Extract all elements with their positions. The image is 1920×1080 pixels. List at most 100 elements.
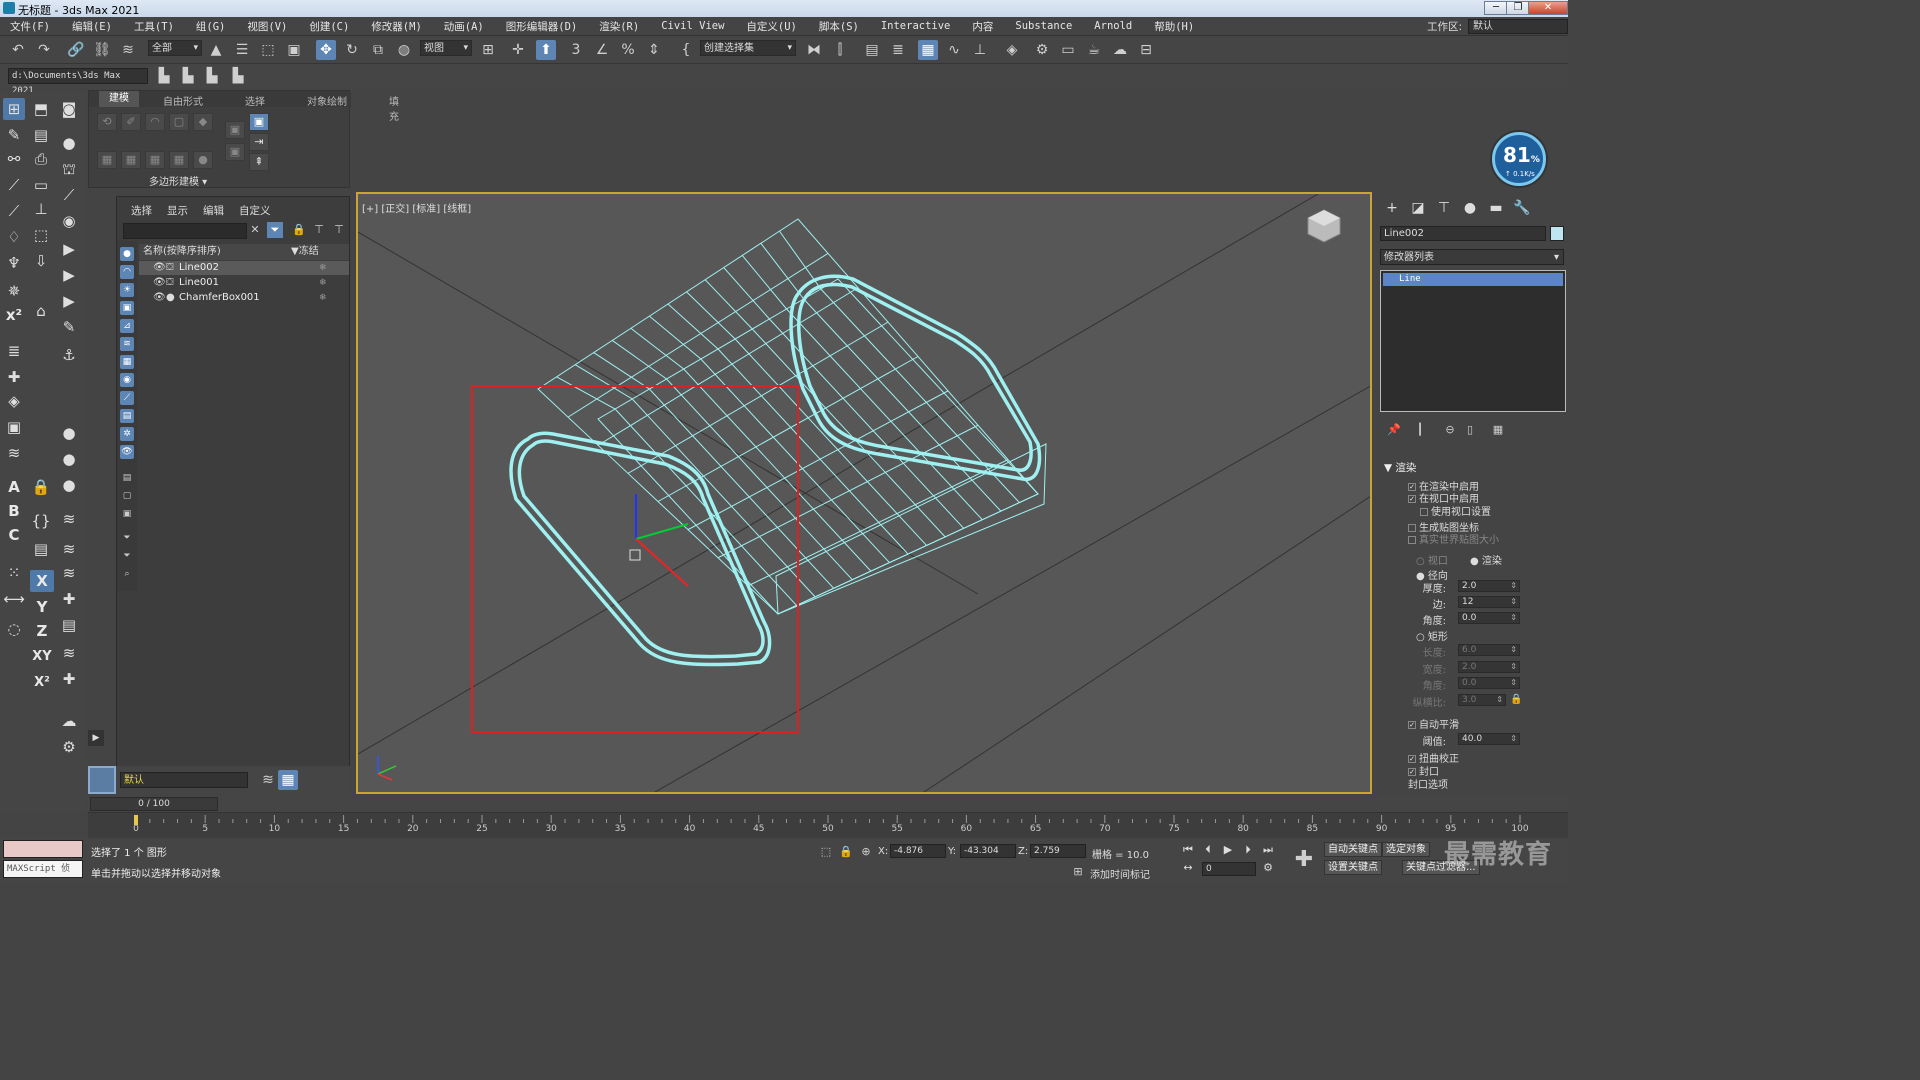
menu-content[interactable]: 内容: [972, 19, 993, 34]
stamp-icon[interactable]: ⊥: [30, 198, 52, 220]
goto-start-icon[interactable]: ⏮: [1180, 842, 1196, 858]
threshold-spinner[interactable]: 40.0: [1458, 733, 1520, 745]
key-mode-icon[interactable]: ↔: [1180, 860, 1196, 876]
bend-icon[interactable]: ♆: [3, 252, 25, 274]
box-icon[interactable]: ▭: [30, 174, 52, 196]
render-cloud-icon[interactable]: ☁: [1110, 40, 1130, 60]
brush-icon[interactable]: ⟋: [3, 174, 25, 196]
menu-arnold[interactable]: Arnold: [1094, 20, 1132, 32]
layers-icon[interactable]: ◈: [3, 390, 25, 412]
measure-icon[interactable]: ⟷: [3, 588, 25, 610]
printer-icon[interactable]: ⎙: [30, 148, 52, 170]
current-layer-dropdown[interactable]: 默认: [120, 772, 248, 788]
filter-containers-icon[interactable]: ▤: [120, 409, 134, 423]
viewport-radio[interactable]: ○ 视口: [1416, 552, 1448, 567]
x-power-icon[interactable]: x²: [2, 304, 26, 326]
length-spinner[interactable]: 6.0: [1458, 644, 1520, 656]
maximize-button[interactable]: ❐: [1506, 1, 1530, 15]
prev-frame-icon[interactable]: ⏴: [1200, 842, 1216, 858]
add-time-tag-label[interactable]: 添加时间标记: [1090, 866, 1150, 881]
poly-button-9[interactable]: ▦: [169, 151, 189, 169]
create-project-icon[interactable]: ▙: [178, 66, 198, 86]
select-place-icon[interactable]: ◍: [394, 40, 414, 60]
pin-stack-icon[interactable]: 📌: [1384, 420, 1404, 440]
play-icon[interactable]: ▶: [58, 264, 80, 286]
layer-explorer-icon[interactable]: ≣: [888, 40, 908, 60]
clear-search-icon[interactable]: ✕: [247, 222, 263, 238]
unlink-icon[interactable]: ⛓: [92, 40, 112, 60]
freeze-icon[interactable]: ❄: [319, 261, 327, 275]
ribbon-tab-selection[interactable]: 选择: [245, 93, 265, 108]
filter-xrefs-icon[interactable]: ◉: [120, 373, 134, 387]
curve-editor-icon[interactable]: ∿: [944, 40, 964, 60]
selected-object-dropdown[interactable]: 选定对象: [1382, 842, 1430, 857]
poly-button-6[interactable]: ▦: [97, 151, 117, 169]
film-icon[interactable]: ▶: [58, 238, 80, 260]
filter-hidden-icon[interactable]: 👁: [120, 445, 134, 459]
menu-file[interactable]: 文件(F): [10, 19, 50, 34]
project-folder-icon[interactable]: ▙: [154, 66, 174, 86]
menu-modifiers[interactable]: 修改器(M): [371, 19, 421, 34]
freeze-icon[interactable]: ❄: [319, 291, 327, 305]
poly-button-5[interactable]: ◆: [193, 113, 213, 131]
plus-layer-icon[interactable]: ✚: [58, 588, 80, 610]
time-slider-thumb[interactable]: 0 / 100: [90, 797, 218, 811]
explorer-column-header[interactable]: 名称(按降序排序) ▼冻结: [139, 244, 349, 260]
modifier-list-dropdown[interactable]: 修改器列表: [1380, 249, 1564, 265]
track-bar[interactable]: 0 5 10 15 20 25 30 35 40 45 50 55 60 65 70 75 80 85 90 95 10…: [88, 812, 1568, 838]
poly-button-14[interactable]: ⇥: [249, 133, 269, 151]
project-path-dropdown[interactable]: d:\Documents\3ds Max 2021: [8, 68, 148, 96]
filter-cameras-icon[interactable]: ▣: [120, 301, 134, 315]
filter-bones-icon[interactable]: ⟋: [120, 391, 134, 405]
explorer-menu-customize[interactable]: 自定义: [239, 203, 271, 218]
poly-button-12[interactable]: ▣: [225, 143, 245, 161]
modify-tab-icon[interactable]: ◪: [1408, 200, 1428, 218]
paint-blob-icon[interactable]: ●: [58, 132, 80, 154]
rendered-frame-icon[interactable]: ▭: [1058, 40, 1078, 60]
menu-create[interactable]: 创建(C): [309, 19, 349, 34]
anchor-icon[interactable]: ⚓: [58, 344, 80, 366]
next-frame-icon[interactable]: ⏵: [1240, 842, 1256, 858]
rectangular-radio[interactable]: ○ 矩形: [1416, 628, 1448, 643]
brace-icon[interactable]: {}: [30, 510, 52, 532]
funnel-icon[interactable]: ⏷: [120, 531, 134, 545]
camera-view-icon[interactable]: ◙: [58, 98, 80, 120]
knife-icon[interactable]: ⟋: [3, 200, 25, 222]
play-button-icon[interactable]: ▶: [1220, 842, 1236, 858]
spinner-snap-icon[interactable]: ⇕: [644, 40, 664, 60]
menu-rendering[interactable]: 渲染(R): [599, 19, 639, 34]
lasso-icon[interactable]: ♢: [3, 226, 25, 248]
angle2-spinner[interactable]: 0.0: [1458, 677, 1520, 689]
redo-icon[interactable]: ↷: [34, 40, 54, 60]
select-grid-icon[interactable]: ⊞: [3, 98, 25, 120]
aspect-lock-icon[interactable]: 🔒: [1510, 694, 1522, 705]
ribbon-tab-freeform[interactable]: 自由形式: [163, 93, 203, 108]
ribbon-tab-populate[interactable]: 填充: [389, 93, 399, 123]
explorer-row-chamferbox001[interactable]: 👁 ● ChamferBox001 ❄: [139, 291, 349, 305]
minimize-button[interactable]: ─: [1484, 1, 1508, 15]
explorer-menu-display[interactable]: 显示: [167, 203, 188, 218]
explorer-menu-select[interactable]: 选择: [131, 203, 152, 218]
poly-button-4[interactable]: ▢: [169, 113, 189, 131]
auto-key-button[interactable]: 自动关键点: [1324, 842, 1382, 857]
text-c-icon[interactable]: C: [2, 524, 26, 546]
monitor-icon[interactable]: ▤: [30, 124, 52, 146]
perspective-viewport[interactable]: [+] [正交] [标准] [线框]: [356, 192, 1372, 794]
reference-coord-dropdown[interactable]: 视图: [420, 40, 472, 56]
add-layer-icon[interactable]: ✚: [3, 366, 25, 388]
percent-snap-icon[interactable]: %: [618, 40, 638, 60]
layer-color-square[interactable]: [88, 766, 116, 794]
dotted-grid-icon[interactable]: ⁙: [3, 562, 25, 584]
make-unique-icon[interactable]: ⊖: [1440, 420, 1460, 440]
maxscript-mini-listener[interactable]: MAXScript 侦: [3, 860, 83, 878]
ribbon-toggle-icon[interactable]: ▦: [918, 40, 938, 60]
filter-groups-icon[interactable]: ▦: [120, 355, 134, 369]
globe-icon[interactable]: ◉: [58, 210, 80, 232]
filter-geometry-icon[interactable]: ●: [120, 247, 134, 261]
sphere-1-icon[interactable]: ●: [58, 422, 80, 444]
select-by-name-icon[interactable]: ☰: [232, 40, 252, 60]
layer-stack-icon[interactable]: ≋: [58, 508, 80, 530]
mirror-icon[interactable]: ⧓: [804, 40, 824, 60]
select-object-icon[interactable]: ▲: [206, 40, 226, 60]
window-crossing-icon[interactable]: ▣: [284, 40, 304, 60]
